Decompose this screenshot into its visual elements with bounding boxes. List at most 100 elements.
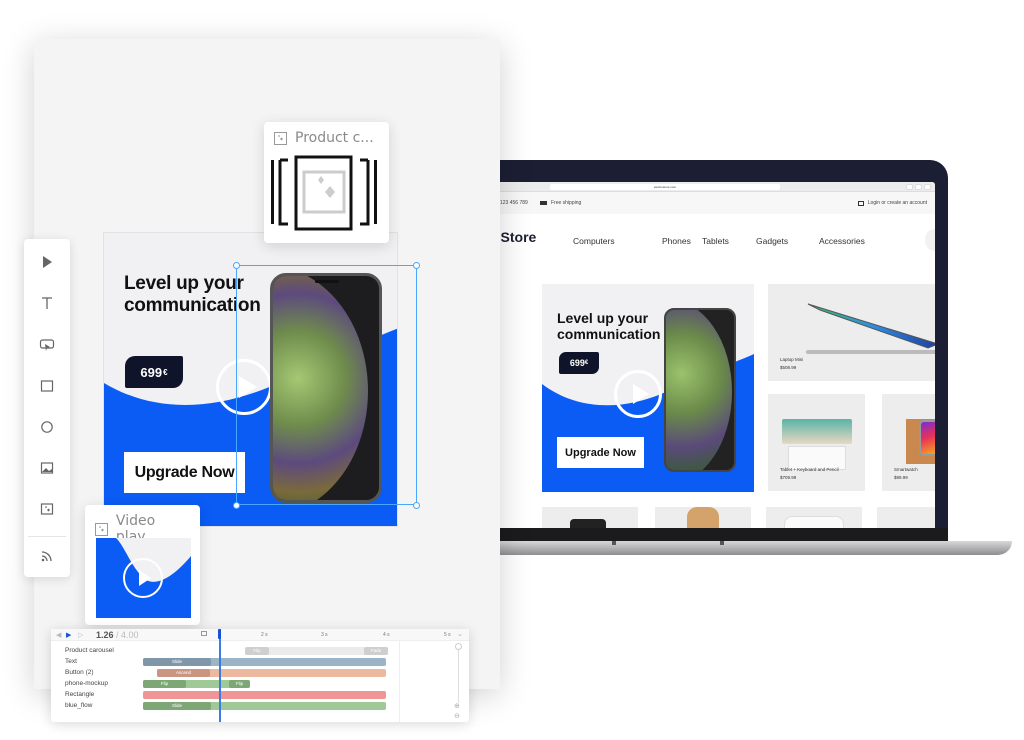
layer-label[interactable]: Button (2) [65, 669, 94, 676]
layer-label[interactable]: blue_flow [65, 702, 92, 709]
playhead-handle[interactable] [218, 629, 221, 639]
playhead[interactable] [219, 629, 221, 722]
layer-label[interactable]: Text [65, 658, 77, 665]
tool-interactive[interactable] [24, 330, 70, 360]
url-bar[interactable]: electrostore.com [550, 184, 780, 190]
product-tile-laptop[interactable]: Laptop Mini $508.99 [768, 284, 935, 381]
tool-component[interactable] [24, 494, 70, 524]
segment-flip[interactable]: Flip [143, 680, 186, 688]
segment-flip[interactable]: Flip [245, 647, 269, 655]
ad-price: 699 [569, 358, 585, 368]
product-name: Laptop Mini [780, 357, 804, 362]
track-button[interactable]: Ascend [157, 669, 386, 677]
track-rectangle[interactable] [143, 691, 386, 699]
zoom-slider-track[interactable] [458, 645, 459, 703]
step-forward-icon[interactable]: ▷ [78, 631, 83, 639]
track-text[interactable]: Slide [143, 658, 386, 666]
segment-slide[interactable]: Slide [143, 658, 211, 666]
video-player-card[interactable]: Video play... [85, 505, 200, 625]
product-name: Smartwatch [894, 467, 918, 472]
circle-icon [41, 421, 53, 433]
browser-bar: electrostore.com [490, 182, 935, 192]
card-title: Product c... [274, 130, 374, 146]
product-tile-6[interactable] [766, 507, 862, 530]
nav-accessories[interactable]: Accessories [819, 236, 865, 246]
browser-buttons [906, 184, 931, 190]
card-title-text: Product c... [295, 130, 374, 146]
cursor-arrow-icon [43, 256, 52, 268]
login-link[interactable]: Login or create an account [857, 200, 927, 206]
zoom-in-icon[interactable]: ⊕ [454, 702, 462, 710]
truck-icon [540, 201, 547, 205]
layer-label[interactable]: phone-mockup [65, 680, 108, 687]
upgrade-now-button[interactable]: Upgrade Now [124, 452, 245, 493]
video-play-button[interactable] [123, 558, 163, 598]
ad-headline-line1: Level up your [557, 310, 649, 326]
track-blue-flow[interactable]: Slide [143, 702, 386, 710]
segment-flip[interactable]: Flip [229, 680, 250, 688]
tabs-icon[interactable] [924, 184, 931, 190]
selection-box[interactable] [236, 265, 417, 505]
store-website: electrostore.com 123 456 789 Free shippi… [490, 182, 935, 530]
track-product-carousel[interactable]: Flip Fade [245, 647, 388, 655]
resize-handle-br[interactable] [413, 502, 420, 509]
product-tile-tablet[interactable]: Tablet + Keyboard and Pencil $709.99 [768, 394, 865, 491]
nav-computers[interactable]: Computers [573, 236, 662, 246]
ad-price-badge: 699 € [559, 352, 599, 374]
image-icon[interactable] [201, 631, 207, 636]
product-tile-4[interactable] [542, 507, 638, 530]
share-icon[interactable] [915, 184, 922, 190]
product-tile-smartwatch[interactable]: Smartwatch $99.99 [882, 394, 935, 491]
ad-currency: € [584, 360, 589, 366]
tool-rectangle[interactable] [24, 371, 70, 401]
layer-label[interactable]: Rectangle [65, 691, 94, 698]
zoom-out-icon[interactable]: ⊖ [454, 712, 462, 720]
resize-handle-bl[interactable] [233, 502, 240, 509]
step-back-icon[interactable]: ◀ [56, 631, 61, 639]
sparkle-image-icon [95, 522, 108, 536]
price-value: 699 [140, 364, 163, 380]
ad-cta-button[interactable]: Upgrade Now [557, 437, 644, 468]
tool-feed[interactable] [24, 541, 70, 571]
product-carousel-card[interactable]: Product c... [264, 122, 389, 243]
sparkle-image-icon [274, 131, 287, 145]
layer-label[interactable]: Product carousel [65, 647, 114, 654]
tool-image[interactable] [24, 453, 70, 483]
play-icon[interactable]: ▶ [66, 631, 71, 639]
ad-phone-image [664, 308, 736, 472]
resize-handle-tr[interactable] [413, 262, 420, 269]
product-price: $709.99 [780, 475, 797, 480]
product-tile-5[interactable] [655, 507, 751, 530]
nav-gadgets[interactable]: Gadgets [756, 236, 819, 246]
search-button[interactable] [925, 229, 935, 251]
segment-fade[interactable]: Fade [364, 647, 388, 655]
rss-icon [41, 551, 52, 562]
settings-icon[interactable] [906, 184, 913, 190]
product-tile-7[interactable] [877, 507, 935, 530]
video-player-preview [96, 538, 191, 618]
play-icon [139, 570, 151, 586]
nav-phones[interactable]: Phones [662, 236, 702, 246]
ad-play-button[interactable] [614, 370, 662, 418]
tool-ellipse[interactable] [24, 412, 70, 442]
ad-headline: Level up your communication [557, 310, 660, 342]
animation-timeline: ◀ ▶ ▷ 1.26 / 4.00 2 s 3 s 4 s 5 s ⌄ Prod… [51, 629, 469, 722]
segment-slide[interactable]: Slide [143, 702, 211, 710]
sparkle-image-icon [40, 503, 54, 515]
track-phone-mockup[interactable]: Flip Flip [143, 680, 250, 688]
resize-handle-tl[interactable] [233, 262, 240, 269]
store-ad-banner[interactable]: Level up your communication 699 € Upgrade… [542, 284, 754, 492]
nav-tablets[interactable]: Tablets [702, 236, 756, 246]
login-label: Login or create an account [867, 200, 927, 206]
price-badge[interactable]: 699 € [125, 356, 183, 388]
chevron-down-icon[interactable]: ⌄ [457, 630, 463, 638]
store-menu: Computers Phones Tablets Gadgets Accesso… [573, 236, 865, 246]
timeline-time: 1.26 / 4.00 [96, 630, 139, 640]
tool-select[interactable] [24, 247, 70, 277]
zoom-slider-knob[interactable] [455, 643, 462, 650]
segment-ascend[interactable]: Ascend [157, 669, 210, 677]
free-shipping: Free shipping [540, 200, 581, 206]
laptop-hinge [720, 541, 724, 545]
tool-text[interactable] [24, 288, 70, 318]
product-name: Tablet + Keyboard and Pencil [780, 467, 839, 472]
